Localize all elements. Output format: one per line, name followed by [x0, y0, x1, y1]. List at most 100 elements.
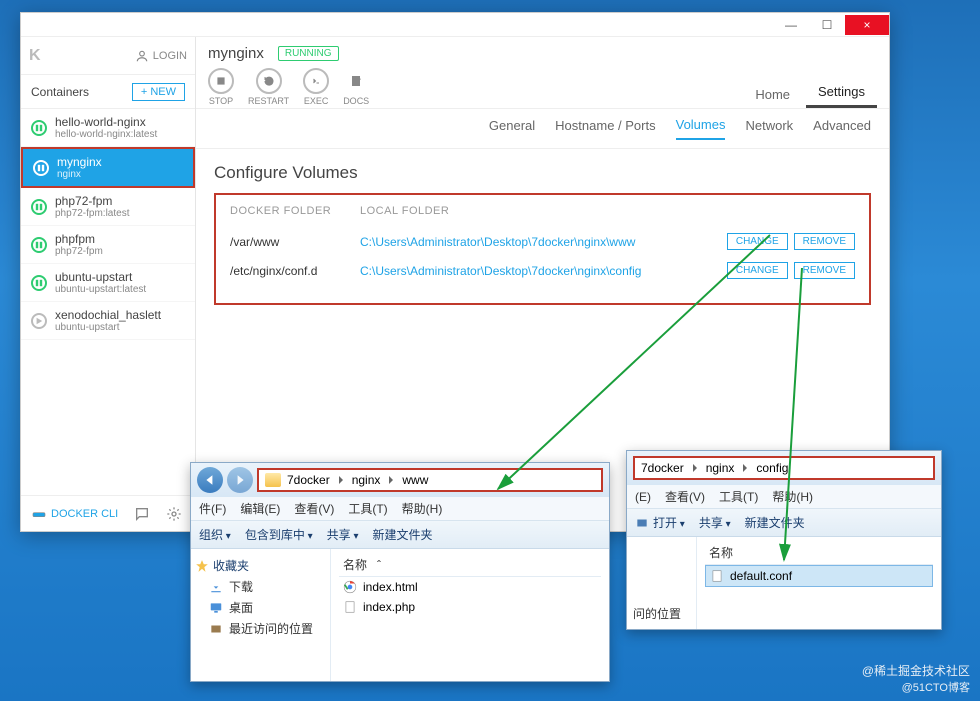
change-button[interactable]: CHANGE — [727, 262, 788, 279]
chevron-right-icon — [386, 475, 396, 485]
nav-recent[interactable]: 最近访问的位置 — [195, 618, 326, 639]
docker-cli-button[interactable]: DOCKER CLI — [31, 506, 118, 522]
sidebar-item-ubuntu-upstart[interactable]: ubuntu-upstartubuntu-upstart:latest — [21, 264, 195, 302]
file-item[interactable]: default.conf — [705, 565, 933, 587]
section-title: Configure Volumes — [214, 163, 871, 183]
whale-icon — [31, 506, 47, 522]
logo: K — [29, 47, 41, 65]
status-icon — [31, 275, 47, 291]
menu-view[interactable]: 查看(V) — [665, 488, 705, 505]
nav-downloads[interactable]: 下载 — [195, 576, 326, 597]
local-folder: C:\Users\Administrator\Desktop\7docker\n… — [360, 235, 727, 249]
chevron-right-icon — [690, 463, 700, 473]
stop-button[interactable]: STOP — [208, 68, 234, 106]
column-name[interactable]: 名称 — [705, 541, 933, 565]
docs-button[interactable]: DOCS — [343, 68, 369, 106]
file-item[interactable]: index.php — [339, 597, 601, 617]
file-icon — [710, 569, 724, 583]
file-item[interactable]: index.html — [339, 577, 601, 597]
include-library-button[interactable]: 包含到库中 — [245, 526, 313, 543]
container-list: hello-world-nginxhello-world-nginx:lates… — [21, 109, 195, 495]
menu-edit[interactable]: 编辑(E) — [240, 500, 280, 517]
menu-file[interactable]: 件(F) — [199, 500, 226, 517]
breadcrumb[interactable]: 7docker nginx config — [633, 456, 935, 480]
subtab-general[interactable]: General — [489, 118, 535, 139]
exec-button[interactable]: EXEC — [303, 68, 329, 106]
status-icon — [31, 199, 47, 215]
volume-row: /var/www C:\Users\Administrator\Desktop\… — [230, 227, 855, 256]
subtab-hostname[interactable]: Hostname / Ports — [555, 118, 655, 139]
settings-icon[interactable] — [166, 506, 182, 522]
toolbar: 组织 包含到库中 共享 新建文件夹 — [191, 521, 609, 549]
favorites-header[interactable]: 收藏夹 — [195, 555, 326, 576]
subtab-network[interactable]: Network — [745, 118, 793, 139]
status-icon — [31, 120, 47, 136]
user-icon — [135, 49, 149, 63]
sidebar-item-mynginx[interactable]: mynginxnginx — [21, 147, 195, 188]
back-button[interactable] — [197, 467, 223, 493]
menu-help[interactable]: 帮助(H) — [402, 500, 443, 517]
organize-button[interactable]: 组织 — [199, 526, 231, 543]
nav-recent-partial[interactable]: 问的位置 — [631, 603, 692, 624]
explorer-window-www: 7docker nginx www 件(F) 编辑(E) 查看(V) 工具(T)… — [190, 462, 610, 682]
menu-tools[interactable]: 工具(T) — [348, 500, 387, 517]
menu-view[interactable]: 查看(V) — [294, 500, 334, 517]
toolbar: 打开 共享 新建文件夹 — [627, 509, 941, 537]
column-name[interactable]: 名称 ˆ — [339, 553, 601, 577]
sidebar-item-xenodochial[interactable]: xenodochial_haslettubuntu-upstart — [21, 302, 195, 340]
breadcrumb[interactable]: 7docker nginx www — [257, 468, 603, 492]
new-folder-button[interactable]: 新建文件夹 — [372, 526, 432, 543]
watermark: @稀土掘金技术社区 — [862, 662, 970, 679]
subtab-advanced[interactable]: Advanced — [813, 118, 871, 139]
tab-settings[interactable]: Settings — [806, 78, 877, 108]
forward-button[interactable] — [227, 467, 253, 493]
star-icon — [195, 559, 209, 573]
login-button[interactable]: LOGIN — [135, 49, 187, 63]
file-list: 名称 default.conf — [697, 537, 941, 629]
maximize-button[interactable]: ☐ — [809, 15, 845, 35]
sidebar-item-phpfpm[interactable]: phpfpmphp72-fpm — [21, 226, 195, 264]
menu-tools[interactable]: 工具(T) — [719, 488, 758, 505]
menu-edit[interactable]: (E) — [635, 490, 651, 504]
restart-button[interactable]: RESTART — [248, 68, 289, 106]
minimize-button[interactable]: — — [773, 15, 809, 35]
feedback-icon[interactable] — [134, 506, 150, 522]
open-icon — [635, 516, 649, 530]
open-button[interactable]: 打开 — [635, 514, 685, 531]
docker-folder: /etc/nginx/conf.d — [230, 264, 360, 278]
container-name: mynginx — [208, 45, 264, 62]
local-folder: C:\Users\Administrator\Desktop\7docker\n… — [360, 264, 727, 278]
desktop-icon — [209, 601, 223, 615]
status-icon — [31, 237, 47, 253]
remove-button[interactable]: REMOVE — [794, 233, 855, 250]
share-button[interactable]: 共享 — [327, 526, 359, 543]
sidebar-item-php72-fpm[interactable]: php72-fpmphp72-fpm:latest — [21, 188, 195, 226]
volumes-box: DOCKER FOLDER LOCAL FOLDER /var/www C:\U… — [214, 193, 871, 305]
change-button[interactable]: CHANGE — [727, 233, 788, 250]
recent-icon — [209, 622, 223, 636]
chrome-icon — [343, 580, 357, 594]
status-icon — [31, 313, 47, 329]
explorer-window-config: 7docker nginx config (E) 查看(V) 工具(T) 帮助(… — [626, 450, 942, 630]
tab-home[interactable]: Home — [743, 81, 802, 108]
sidebar-item-hello-world-nginx[interactable]: hello-world-nginxhello-world-nginx:lates… — [21, 109, 195, 147]
col-docker-folder: DOCKER FOLDER — [230, 205, 360, 217]
close-button[interactable]: × — [845, 15, 889, 35]
menu-bar: 件(F) 编辑(E) 查看(V) 工具(T) 帮助(H) — [191, 497, 609, 521]
subtab-volumes[interactable]: Volumes — [676, 117, 726, 140]
sidebar: K LOGIN Containers + NEW hello-world-ngi… — [21, 37, 196, 531]
nav-desktop[interactable]: 桌面 — [195, 597, 326, 618]
new-container-button[interactable]: + NEW — [132, 83, 185, 101]
col-local-folder: LOCAL FOLDER — [360, 205, 449, 217]
containers-label: Containers — [31, 85, 89, 99]
menu-help[interactable]: 帮助(H) — [772, 488, 813, 505]
file-list: 名称 ˆ index.html index.php — [331, 549, 609, 681]
docker-folder: /var/www — [230, 235, 360, 249]
watermark: @51CTO博客 — [902, 679, 970, 695]
download-icon — [209, 580, 223, 594]
folder-icon — [265, 473, 281, 487]
share-button[interactable]: 共享 — [699, 514, 731, 531]
chevron-right-icon — [740, 463, 750, 473]
remove-button[interactable]: REMOVE — [794, 262, 855, 279]
new-folder-button[interactable]: 新建文件夹 — [745, 514, 805, 531]
